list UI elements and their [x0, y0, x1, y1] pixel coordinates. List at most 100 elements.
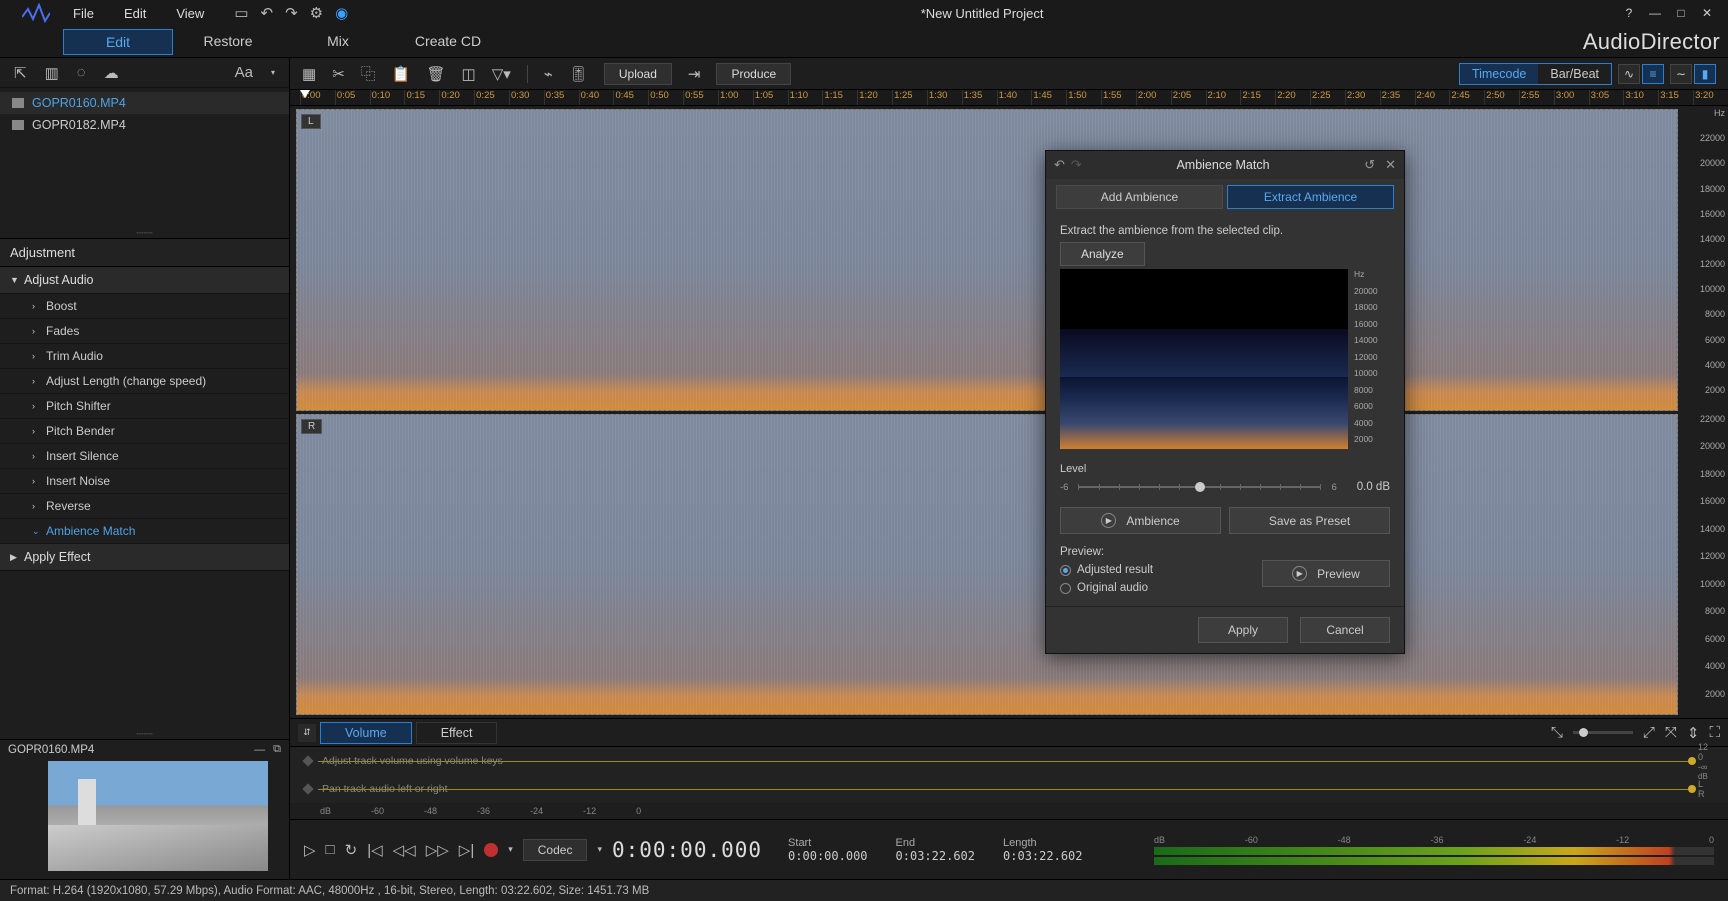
zoom-vertical-icon[interactable]: ⇕ [1687, 724, 1700, 742]
dialog-reset-icon[interactable]: ↺ [1364, 157, 1375, 173]
group-apply-effect[interactable]: ▶Apply Effect [0, 544, 289, 571]
mode-tab-mix[interactable]: Mix [283, 29, 393, 55]
seg-timecode[interactable]: Timecode [1460, 64, 1538, 84]
font-size-toggle[interactable]: Aa [235, 64, 253, 81]
close-button[interactable]: ✕ [1694, 2, 1720, 24]
cloud-icon[interactable]: ☁ [104, 64, 119, 82]
panel-resize-handle[interactable]: ┄┄┄ [0, 729, 289, 739]
adjust-ambience-match[interactable]: ⌄Ambience Match [0, 519, 289, 544]
ambience-play-button[interactable]: ▶Ambience [1060, 507, 1221, 534]
view-waveform-icon[interactable]: ∿ [1618, 64, 1640, 84]
minimize-button[interactable]: — [1642, 2, 1668, 24]
maximize-button[interactable]: □ [1668, 2, 1694, 24]
crop-icon[interactable]: ◫ [462, 65, 476, 83]
produce-button[interactable]: Produce [716, 63, 791, 85]
mode-tab-restore[interactable]: Restore [173, 29, 283, 55]
radio-original[interactable] [1060, 583, 1071, 594]
volume-lane[interactable]: Adjust track volume using volume keys 12… [290, 747, 1728, 775]
file-item[interactable]: GOPR0160.MP4 [0, 92, 289, 114]
tab-add-ambience[interactable]: Add Ambience [1056, 185, 1223, 209]
level-slider[interactable] [1078, 486, 1321, 488]
prev-frame-icon[interactable]: ◁◁ [393, 841, 416, 859]
menu-view[interactable]: View [176, 6, 204, 21]
track-tab-volume[interactable]: Volume [320, 722, 412, 744]
save-preset-button[interactable]: Save as Preset [1229, 507, 1390, 534]
skip-end-icon[interactable]: ▷| [459, 841, 474, 859]
adjust-length[interactable]: ›Adjust Length (change speed) [0, 369, 289, 394]
preview-popout-icon[interactable]: ⧉ [273, 743, 281, 756]
download-icon[interactable]: ◌ [77, 64, 86, 81]
codec-button[interactable]: Codec [523, 839, 588, 861]
upload-button[interactable]: Upload [604, 63, 672, 85]
zoom-fit-icon[interactable]: ⤧ [1665, 724, 1677, 741]
copy-icon[interactable]: ⿻ [361, 63, 376, 84]
paste-icon[interactable]: 📋 [392, 65, 411, 83]
import-icon[interactable]: ⇱ [14, 64, 27, 82]
dialog-redo-icon[interactable]: ↷ [1071, 157, 1082, 173]
zoom-in-icon[interactable]: ⤢ [1643, 724, 1655, 741]
record-button[interactable] [484, 843, 498, 857]
channel-right[interactable]: R [296, 414, 1678, 716]
stop-icon[interactable]: □ [326, 841, 335, 858]
playhead[interactable] [300, 90, 310, 98]
zoom-full-icon[interactable]: ⛶ [1709, 724, 1720, 741]
delete-icon[interactable]: 🗑 [426, 65, 445, 83]
mixer-icon[interactable]: 🎚 [569, 65, 588, 83]
pan-lane[interactable]: Pan track audio left or right LR [290, 775, 1728, 803]
notification-icon[interactable]: ◉ [335, 4, 348, 22]
export-icon[interactable]: ⇥ [688, 65, 701, 83]
menu-edit[interactable]: Edit [124, 6, 146, 21]
codec-dropdown-icon[interactable]: ▾ [597, 844, 602, 855]
adjust-insert-silence[interactable]: ›Insert Silence [0, 444, 289, 469]
scale-log-icon[interactable]: ▮ [1694, 64, 1716, 84]
undo-icon[interactable]: ↶ [261, 4, 274, 22]
seg-barbeat[interactable]: Bar/Beat [1538, 64, 1611, 84]
loop-icon[interactable]: ↻ [345, 841, 358, 859]
adjust-fades[interactable]: ›Fades [0, 319, 289, 344]
apply-button[interactable]: Apply [1198, 617, 1288, 643]
scale-linear-icon[interactable]: ∼ [1670, 64, 1692, 84]
marker-icon[interactable]: ▽▾ [492, 65, 511, 83]
channel-left[interactable]: L [296, 109, 1678, 411]
cut-icon[interactable]: ✂ [332, 65, 345, 83]
next-frame-icon[interactable]: ▷▷ [426, 841, 449, 859]
font-dropdown-icon[interactable]: ▾ [271, 68, 275, 77]
adjust-pitch-shifter[interactable]: ›Pitch Shifter [0, 394, 289, 419]
menu-file[interactable]: File [73, 6, 94, 21]
file-item[interactable]: GOPR0182.MP4 [0, 114, 289, 136]
mode-tab-create-cd[interactable]: Create CD [393, 29, 503, 55]
track-collapse-icon[interactable]: ⇵ [298, 724, 316, 742]
play-icon[interactable]: ▷ [304, 841, 316, 859]
preview-minimize-icon[interactable]: — [254, 744, 265, 756]
track-tab-effect[interactable]: Effect [416, 722, 498, 744]
view-spectral-icon[interactable]: ≡ [1642, 64, 1664, 84]
select-icon[interactable]: ▦ [302, 65, 316, 83]
adjust-trim-audio[interactable]: ›Trim Audio [0, 344, 289, 369]
cancel-button[interactable]: Cancel [1300, 617, 1390, 643]
dialog-undo-icon[interactable]: ↶ [1054, 157, 1065, 173]
adjust-pitch-bender[interactable]: ›Pitch Bender [0, 419, 289, 444]
save-icon[interactable]: ▭ [234, 4, 248, 22]
normalize-icon[interactable]: ⌁ [544, 65, 553, 83]
analyze-button[interactable]: Analyze [1060, 242, 1145, 266]
keyframe-icon[interactable] [302, 783, 313, 794]
slider-thumb[interactable] [1195, 482, 1205, 492]
zoom-out-icon[interactable]: ⤡ [1551, 724, 1563, 741]
redo-icon[interactable]: ↷ [285, 4, 298, 22]
tab-extract-ambience[interactable]: Extract Ambience [1227, 185, 1394, 209]
panel-resize-handle[interactable]: ┄┄┄ [0, 228, 289, 238]
settings-icon[interactable]: ⚙ [310, 4, 323, 22]
adjust-reverse[interactable]: ›Reverse [0, 494, 289, 519]
adjust-insert-noise[interactable]: ›Insert Noise [0, 469, 289, 494]
radio-adjusted[interactable] [1060, 565, 1071, 576]
timeline-ruler[interactable]: 0:000:050:100:150:200:250:300:350:400:45… [290, 90, 1728, 106]
dialog-close-icon[interactable]: ✕ [1385, 157, 1396, 173]
preview-button[interactable]: ▶Preview [1262, 560, 1390, 587]
zoom-slider[interactable] [1573, 731, 1633, 734]
record-dropdown-icon[interactable]: ▾ [508, 844, 513, 855]
help-button[interactable]: ? [1616, 2, 1642, 24]
library-icon[interactable]: ▥ [45, 64, 59, 82]
skip-start-icon[interactable]: |◁ [367, 841, 382, 859]
keyframe-icon[interactable] [302, 755, 313, 766]
group-adjust-audio[interactable]: ▼Adjust Audio [0, 267, 289, 294]
